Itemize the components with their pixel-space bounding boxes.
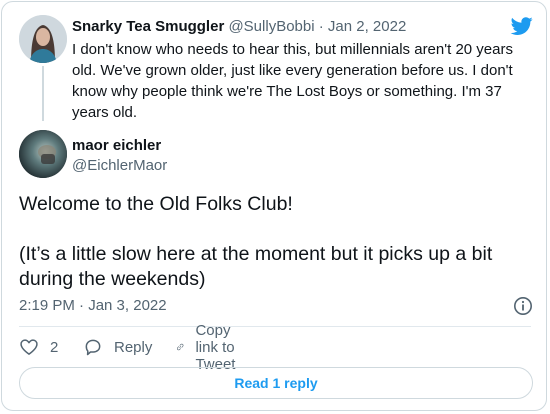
reply-bubble-icon [85, 339, 101, 356]
main-tweet-paragraph: Welcome to the Old Folks Club! [19, 193, 293, 215]
twitter-bird-icon[interactable] [510, 15, 534, 37]
main-avatar[interactable] [19, 130, 67, 178]
link-icon [176, 343, 184, 351]
main-tweet-text: Welcome to the Old Folks Club! (It’s a l… [19, 192, 529, 292]
divider [19, 326, 531, 327]
thread-connector-line [42, 66, 44, 121]
parent-handle[interactable]: @SullyBobbi [228, 18, 314, 35]
reply-button[interactable]: Reply [83, 336, 152, 358]
heart-icon [20, 339, 38, 355]
parent-date[interactable]: Jan 2, 2022 [328, 18, 406, 35]
copy-link-label: Copy link to Tweet [195, 321, 236, 373]
main-tweet-paragraph: (It’s a little slow here at the moment b… [19, 243, 493, 290]
embedded-tweet-card: Snarky Tea Smuggler @SullyBobbi · Jan 2,… [1, 1, 547, 411]
parent-separator: · [318, 18, 324, 35]
read-replies-button[interactable]: Read 1 reply [19, 367, 533, 399]
parent-tweet-header: Snarky Tea Smuggler @SullyBobbi · Jan 2,… [72, 17, 406, 37]
info-icon[interactable] [513, 296, 533, 316]
parent-tweet-text: I don't know who needs to hear this, but… [72, 41, 513, 121]
like-button[interactable]: 2 [19, 336, 58, 358]
copy-link-button[interactable]: Copy link to Tweet [176, 322, 247, 373]
parent-display-name[interactable]: Snarky Tea Smuggler [72, 18, 224, 35]
main-display-name[interactable]: maor eichler [72, 136, 161, 156]
main-handle[interactable]: @EichlerMaor [72, 156, 167, 176]
parent-avatar[interactable] [19, 15, 67, 63]
like-count: 2 [50, 338, 59, 356]
tweet-timestamp[interactable]: 2:19 PM · Jan 3, 2022 [19, 296, 167, 316]
reply-label: Reply [114, 338, 153, 356]
